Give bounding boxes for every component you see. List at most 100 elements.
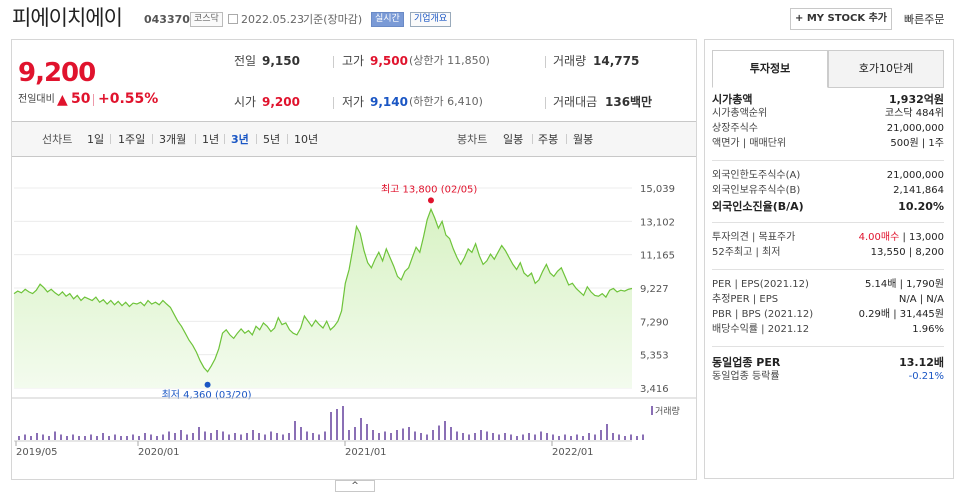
divider (712, 160, 944, 161)
info-value: 4.00매수 | 13,000 (858, 232, 944, 243)
min-marker (204, 381, 211, 388)
volume-bar (60, 434, 62, 440)
volume-bar (180, 430, 182, 440)
tab-orderbook[interactable]: 호가10단계 (828, 50, 944, 88)
volume-bar (72, 434, 74, 440)
volume-bar (24, 434, 26, 440)
info-label: 동일업종 등락률 (712, 371, 780, 382)
volume-bar (108, 436, 110, 440)
y-tick-label: 3,416 (640, 384, 669, 395)
volume-bar (42, 434, 44, 440)
volume-bar (360, 418, 362, 440)
y-tick-label: 15,039 (640, 184, 675, 195)
volume-bar (288, 433, 290, 440)
info-value: 1,932억원 (888, 93, 944, 106)
volume-bar (192, 433, 194, 440)
volume-bar (498, 434, 500, 440)
volume-bar (420, 433, 422, 440)
volume-bar (336, 409, 338, 440)
volume-bar (570, 436, 572, 440)
expand-toggle[interactable]: ^ (335, 480, 375, 492)
volume-bar (210, 433, 212, 440)
price-area (14, 209, 632, 388)
volume-bar (390, 433, 392, 440)
volume-bar (564, 434, 566, 440)
volume-bar (240, 434, 242, 440)
volume-bar (378, 433, 380, 440)
volume-bar (450, 427, 452, 440)
info-value: 21,000,000 (886, 123, 944, 134)
volume-bar (366, 424, 368, 440)
info-value: 13.12배 (899, 356, 944, 369)
volume-bar (384, 431, 386, 440)
volume-bar (594, 434, 596, 440)
volume-bar (132, 434, 134, 440)
volume-bar (402, 428, 404, 440)
opinion-value: 4.00매수 (858, 232, 900, 243)
volume-bar (456, 431, 458, 440)
info-label: 외국인보유주식수(B) (712, 185, 801, 196)
volume-bar (540, 431, 542, 440)
volume-bar (504, 433, 506, 440)
volume-bar (198, 427, 200, 440)
info-label: 상장주식수 (712, 123, 758, 134)
volume-bar (354, 427, 356, 440)
volume-bar (162, 434, 164, 440)
info-label: 배당수익률 | 2021.12 (712, 324, 810, 335)
max-marker (427, 197, 434, 204)
volume-bar (636, 436, 638, 440)
volume-bar (444, 421, 446, 440)
x-tick-label: 2019/05 (16, 447, 58, 458)
x-tick-label: 2022/01 (552, 447, 594, 458)
volume-bar (300, 427, 302, 440)
volume-legend-swatch (651, 406, 653, 415)
volume-bar (96, 436, 98, 440)
volume-bar (156, 436, 158, 440)
volume-bar (474, 433, 476, 440)
tab-label: 투자정보 (749, 62, 791, 75)
volume-bar (408, 427, 410, 440)
volume-bar (342, 406, 344, 440)
volume-bar (294, 421, 296, 440)
volume-bar (612, 433, 614, 440)
volume-bar (30, 436, 32, 440)
volume-bar (114, 434, 116, 440)
info-value: 500원 | 1주 (890, 138, 944, 149)
volume-bar (54, 431, 56, 440)
volume-bar (480, 430, 482, 440)
info-label: PER | EPS(2021.12) (712, 279, 809, 290)
info-value: 2,141,864 (893, 185, 944, 196)
info-label: 액면가 | 매매단위 (712, 138, 787, 149)
volume-bar (270, 431, 272, 440)
volume-bar (48, 436, 50, 440)
volume-bar (348, 430, 350, 440)
divider (712, 346, 944, 347)
divider (712, 269, 944, 270)
volume-bar (630, 434, 632, 440)
volume-bar (522, 434, 524, 440)
info-label: 시가총액 (712, 93, 753, 106)
volume-bar (486, 431, 488, 440)
info-value: N/A | N/A (898, 294, 944, 305)
volume-bar (90, 434, 92, 440)
volume-bar (510, 434, 512, 440)
tab-invest-info[interactable]: 투자정보 (712, 50, 828, 88)
min-annotation: 최저 4,360 (03/20) (162, 389, 252, 401)
info-value: -0.21% (908, 371, 944, 382)
volume-bar (330, 412, 332, 440)
volume-bar (576, 434, 578, 440)
volume-bar (432, 430, 434, 440)
volume-bar (282, 434, 284, 440)
volume-bar (600, 430, 602, 440)
volume-bar (546, 433, 548, 440)
volume-bar (492, 433, 494, 440)
volume-bar (462, 433, 464, 440)
volume-bar (264, 434, 266, 440)
volume-bar (138, 436, 140, 440)
info-label: 추정PER | EPS (712, 294, 779, 305)
volume-bar (120, 436, 122, 440)
info-label: 외국인한도주식수(A) (712, 170, 801, 181)
volume-bar (588, 433, 590, 440)
volume-bar (186, 434, 188, 440)
volume-bar (438, 425, 440, 440)
